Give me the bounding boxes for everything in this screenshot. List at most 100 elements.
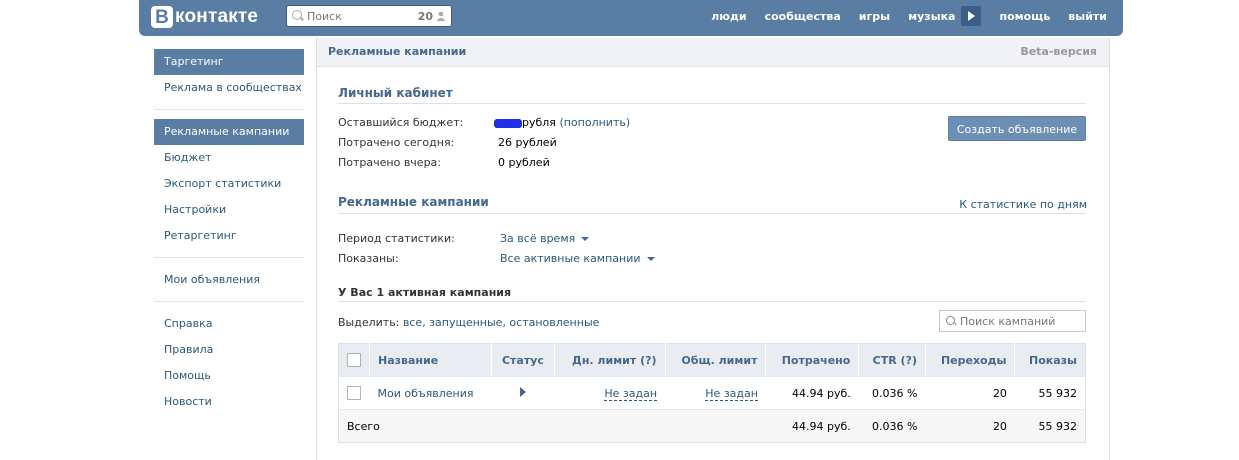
- sidebar-item-reference[interactable]: Справка: [154, 311, 304, 337]
- sidebar-item-retargeting[interactable]: Ретаргетинг: [154, 223, 304, 249]
- shown-label: Показаны:: [338, 252, 399, 265]
- spent-yesterday-label: Потрачено вчера:: [338, 156, 441, 169]
- divider: [154, 301, 304, 302]
- table-total-row: Всего 44.94 руб. 0.036 % 20 55 932: [338, 409, 1086, 443]
- sidebar-item-community-ads[interactable]: Реклама в сообществах: [154, 75, 304, 101]
- budget-label: Оставшийся бюджет:: [338, 116, 464, 129]
- day-limit-link[interactable]: Не задан: [604, 386, 658, 401]
- period-dropdown[interactable]: За всё время: [500, 232, 590, 245]
- logo-text: контакте: [175, 6, 259, 27]
- select-options-links[interactable]: все, запущенные, остановленные: [403, 316, 600, 329]
- views-cell: 55 932: [1014, 376, 1086, 410]
- total-views: 55 932: [1014, 409, 1086, 443]
- campaign-name-link[interactable]: Мои объявления: [378, 387, 474, 400]
- divider: [154, 257, 304, 258]
- col-day-limit[interactable]: Дн. лимит (?): [554, 343, 666, 377]
- logo-letter: В: [151, 6, 173, 28]
- sidebar-item-news[interactable]: Новости: [154, 389, 304, 415]
- nav-communities[interactable]: сообщества: [765, 10, 841, 23]
- spent-today-value: 26 рублей: [498, 136, 557, 149]
- campaigns-table: Название Статус Дн. лимит (?) Общ. лимит…: [338, 343, 1086, 443]
- sidebar-item-targeting[interactable]: Таргетинг: [154, 49, 304, 75]
- divider: [338, 213, 1086, 214]
- sidebar-item-rules[interactable]: Правила: [154, 337, 304, 363]
- top-bar: В контакте Поиск 20 люди сообщества игры…: [139, 0, 1123, 36]
- row-checkbox[interactable]: [347, 386, 362, 400]
- table-row: Мои объявления Не задан Не задан 44.94 р…: [338, 376, 1086, 410]
- chevron-down-icon: [646, 257, 655, 261]
- nav-logout[interactable]: выйти: [1068, 10, 1107, 23]
- table-header: Название Статус Дн. лимит (?) Общ. лимит…: [338, 343, 1086, 377]
- user-icon: [436, 11, 446, 21]
- total-limit-cell: Не задан: [665, 376, 766, 410]
- sidebar-item-settings[interactable]: Настройки: [154, 197, 304, 223]
- spent-cell: 44.94 руб.: [765, 376, 859, 410]
- shown-dropdown[interactable]: Все активные кампании: [500, 252, 655, 265]
- col-status[interactable]: Статус: [490, 343, 555, 377]
- empty-cell: [665, 409, 766, 443]
- select-all-checkbox[interactable]: [347, 353, 361, 367]
- col-views[interactable]: Показы: [1014, 343, 1086, 377]
- active-count-title: У Вас 1 активная кампания: [338, 286, 512, 299]
- search-placeholder: Поиск: [307, 10, 342, 23]
- nav-people[interactable]: люди: [711, 10, 746, 23]
- budget-value: рубля (пополнить): [494, 116, 630, 129]
- chevron-down-icon: [581, 237, 590, 241]
- beta-label: Beta-версия: [1020, 45, 1097, 58]
- campaign-search-input[interactable]: Поиск кампаний: [939, 310, 1086, 332]
- sidebar-item-export[interactable]: Экспорт статистики: [154, 171, 304, 197]
- top-up-link[interactable]: (пополнить): [559, 116, 630, 129]
- play-icon[interactable]: [519, 386, 526, 397]
- sidebar-item-my-ads[interactable]: Мои объявления: [154, 267, 304, 293]
- spent-yesterday-value: 0 рублей: [498, 156, 550, 169]
- search-icon: [292, 10, 302, 20]
- select-all-cell: [338, 343, 370, 377]
- row-checkbox-cell: [338, 376, 370, 410]
- period-label: Период статистики:: [338, 232, 455, 245]
- top-nav: люди сообщества игры музыка помощь выйти: [693, 0, 1107, 32]
- empty-cell: [491, 409, 555, 443]
- page-title: Рекламные кампании: [328, 45, 467, 58]
- stats-by-day-link[interactable]: К статистике по дням: [959, 198, 1087, 211]
- day-limit-cell: Не задан: [554, 376, 666, 410]
- divider: [338, 103, 1086, 104]
- vk-logo[interactable]: В контакте: [151, 5, 258, 29]
- col-clicks[interactable]: Переходы: [924, 343, 1015, 377]
- select-label: Выделить:: [338, 316, 400, 329]
- nav-music[interactable]: музыка: [908, 10, 955, 23]
- total-limit-link[interactable]: Не задан: [705, 386, 758, 401]
- play-icon[interactable]: [961, 6, 982, 26]
- col-total-limit[interactable]: Общ. лимит: [664, 343, 766, 377]
- main-content: Рекламные кампании Beta-версия Личный ка…: [316, 38, 1110, 460]
- select-row: Выделить: все, запущенные, остановленные: [338, 316, 599, 329]
- total-clicks: 20: [925, 409, 1015, 443]
- total-spent: 44.94 руб.: [765, 409, 859, 443]
- sidebar-item-campaigns[interactable]: Рекламные кампании: [154, 119, 304, 145]
- nav-help[interactable]: помощь: [999, 10, 1050, 23]
- sidebar: Таргетинг Реклама в сообществах Рекламны…: [154, 49, 304, 415]
- search-input[interactable]: Поиск 20: [286, 5, 452, 27]
- sidebar-item-help[interactable]: Помощь: [154, 363, 304, 389]
- ctr-cell: 0.036 %: [858, 376, 926, 410]
- budget-suffix: рубля: [522, 116, 556, 129]
- campaigns-title: Рекламные кампании: [338, 195, 489, 209]
- search-count: 20: [417, 10, 433, 23]
- col-spent[interactable]: Потрачено: [765, 343, 859, 377]
- clicks-cell: 20: [925, 376, 1015, 410]
- shown-value: Все активные кампании: [500, 252, 641, 265]
- divider: [154, 109, 304, 110]
- sidebar-item-budget[interactable]: Бюджет: [154, 145, 304, 171]
- cabinet-title: Личный кабинет: [338, 86, 453, 100]
- campaign-search-placeholder: Поиск кампаний: [960, 315, 1056, 328]
- create-ad-button[interactable]: Создать объявление: [948, 116, 1086, 141]
- budget-redacted: [494, 118, 522, 128]
- period-value: За всё время: [500, 232, 576, 245]
- col-ctr[interactable]: CTR (?): [858, 343, 926, 377]
- status-cell: [491, 376, 555, 410]
- col-name[interactable]: Название: [369, 343, 491, 377]
- empty-cell: [554, 409, 666, 443]
- search-icon: [946, 316, 955, 325]
- divider: [338, 301, 1086, 302]
- nav-games[interactable]: игры: [859, 10, 890, 23]
- total-ctr: 0.036 %: [858, 409, 926, 443]
